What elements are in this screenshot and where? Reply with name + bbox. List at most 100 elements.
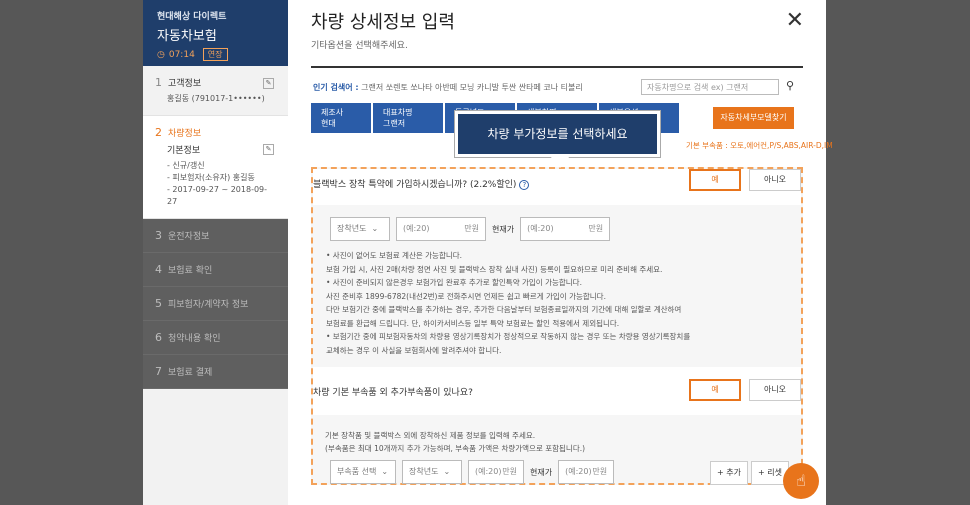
step-number: 4 [155, 263, 162, 276]
popular-searches: 인기 검색어 : 그랜저 쏘렌토 쏘나타 아반떼 모닝 카니발 투싼 싼타페 코… [313, 82, 583, 93]
note-line: 교체하는 경우 이 사실을 보험회사에 알려주셔야 합니다. [326, 345, 502, 355]
accessory-description: 기본 장착품 및 블랙박스 외에 장착하신 제품 정보를 입력해 주세요. (부… [325, 429, 585, 455]
modal-title: 차량 상세정보 입력 [311, 12, 455, 33]
brand-name: 현대해상 다이렉트 [157, 12, 227, 22]
step-review: 6 청약내용 확인 [143, 321, 288, 355]
install-year-select[interactable]: 장착년도 ⌄ [330, 217, 390, 241]
select-value: 부속품 선택 [337, 467, 377, 476]
blackbox-notes: • 사진이 없어도 보험료 계산은 가능합니다. 보험 가입 시, 사진 2매(… [326, 249, 690, 357]
modal-subtitle: 기타옵션을 선택해주세요. [311, 41, 408, 51]
product-name: 자동차보험 [157, 29, 217, 44]
blackbox-inputs: 장착년도 ⌄ (예:20) 만원 현재가 (예:20) 만원 [330, 217, 611, 241]
note-line: 사진 준비후 1899-6782(내선2번)로 전화주시면 언제든 쉽고 빠르게… [326, 291, 606, 301]
select-value: 장착년도 [409, 467, 439, 476]
sidebar-header: 현대해상 다이렉트 자동차보험 ◷ 07:14 연장 [143, 0, 288, 66]
note-line: 다만 보험기간 중에 블랙박스를 추가하는 경우, 추가한 다음날부터 보험종료… [326, 305, 682, 314]
step-customer-info[interactable]: 1 고객정보 홍길동 (791017-1••••••) ✎ [143, 66, 288, 116]
vehicle-maker[interactable]: 제조사현대 [311, 103, 371, 133]
accessory-inputs: 부속품 선택 ⌄ 장착년도 ⌄ (예:20) 만원 현재가 (예:20) 만원 [330, 460, 615, 484]
timer-value: 07:14 [168, 49, 195, 60]
unit-label: 만원 [464, 224, 479, 233]
vehicle-model[interactable]: 대표차명그랜저 [373, 103, 443, 133]
step-label: 청약내용 확인 [168, 334, 221, 344]
blackbox-question: 블랙박스 장착 특약에 가입하시겠습니까? (2.2%할인) ? [313, 177, 530, 190]
step-label: 피보험자/계약자 정보 [168, 300, 249, 310]
accessory-year-select[interactable]: 장착년도 ⌄ [402, 460, 462, 484]
desc-line: 기본 장착품 및 블랙박스 외에 장착하신 제품 정보를 입력해 주세요. [325, 431, 536, 440]
input-placeholder: (예:20) [527, 224, 554, 233]
input-placeholder: (예:20) [475, 467, 502, 476]
find-model-button[interactable]: 자동차세부모델찾기 [713, 107, 794, 129]
step-number: 7 [155, 365, 162, 378]
search-icon[interactable]: ⚲ [786, 79, 794, 92]
accessory-current-input[interactable]: (예:20) 만원 [558, 460, 615, 484]
chevron-down-icon: ⌄ [381, 467, 389, 476]
chevron-down-icon: ⌄ [371, 224, 379, 233]
step-summary: 홍길동 (791017-1••••••) [167, 94, 265, 103]
step-label: 차량정보 [168, 129, 202, 139]
step-number: 5 [155, 297, 162, 310]
cell-value: 그랜저 [383, 119, 406, 128]
step-label: 고객정보 [168, 79, 202, 89]
accessory-yes-button[interactable]: 예 [689, 379, 741, 401]
session-timer: ◷ 07:14 연장 [157, 48, 274, 61]
step-number: 6 [155, 331, 162, 344]
note-line: 보험 가입 시, 사진 2매(차량 정면 사진 및 블랙박스 장착 실내 사진)… [326, 264, 663, 274]
cell-value: 현대 [321, 119, 336, 128]
summary-line: - 피보험자(소유자) 홍길동 [167, 173, 255, 182]
close-icon[interactable]: ✕ [786, 8, 804, 33]
step-number: 2 [155, 126, 162, 139]
current-price-label: 현재가 [492, 224, 515, 234]
accessory-question: 차량 기본 부속품 외 추가부속품이 있나요? [313, 388, 473, 398]
pencil-icon[interactable]: ✎ [263, 78, 274, 89]
note-line: • 사진이 준비되지 않은경우 보험가입 완료후 추가로 할인특약 가입이 가능… [326, 278, 582, 287]
basic-accessories-text: 기본 부속품 : 오토,에어컨,P/S,ABS,AIR-D,IM [686, 141, 833, 150]
summary-line: - 2017-09-27 ~ 2018-09-27 [167, 185, 268, 206]
popular-label: 인기 검색어 : [313, 83, 359, 92]
summary-line: - 신규/갱신 [167, 161, 205, 170]
accessory-no-button[interactable]: 아니오 [749, 379, 801, 401]
step-payment: 7 보험료 결제 [143, 355, 288, 389]
price-input[interactable]: (예:20) 만원 [396, 217, 486, 241]
note-line: • 사진이 없어도 보험료 계산은 가능합니다. [326, 251, 463, 260]
pencil-icon[interactable]: ✎ [263, 144, 274, 155]
unit-label: 만원 [502, 467, 517, 476]
clock-icon: ◷ [157, 49, 165, 60]
step-subtitle: 기본정보 [167, 146, 201, 156]
vehicle-detail-modal: 차량 상세정보 입력 기타옵션을 선택해주세요. ✕ 인기 검색어 : 그랜저 … [288, 0, 833, 505]
hand-pointer-icon[interactable]: ☝ [783, 463, 819, 499]
unit-label: 만원 [592, 467, 608, 476]
step-label: 보험료 결제 [168, 368, 213, 378]
blackbox-yes-button[interactable]: 예 [689, 169, 741, 191]
select-value: 장착년도 [337, 224, 367, 233]
add-accessory-button[interactable]: + 추가 [710, 461, 748, 485]
highlighted-options-area: 블랙박스 장착 특약에 가입하시겠습니까? (2.2%할인) ? 예 아니오 장… [311, 167, 803, 485]
current-price-input[interactable]: (예:20) 만원 [520, 217, 611, 241]
accessory-question-row: 차량 기본 부속품 외 추가부속품이 있나요? 예 아니오 [313, 367, 801, 415]
step-summary: - 신규/갱신 - 피보험자(소유자) 홍길동 - 2017-09-27 ~ 2… [167, 160, 276, 208]
step-label: 보험료 확인 [168, 266, 213, 276]
cell-header: 제조사 [321, 108, 344, 117]
current-price-label: 현재가 [530, 467, 553, 477]
desc-line: (부속품은 최대 10개까지 추가 가능하며, 부속품 가액은 차량가액으로 포… [325, 444, 586, 453]
step-vehicle-info[interactable]: 2 차량정보 기본정보 - 신규/갱신 - 피보험자(소유자) 홍길동 - 201… [143, 116, 288, 219]
step-label: 운전자정보 [168, 232, 210, 242]
help-icon[interactable]: ? [519, 180, 530, 190]
note-line: 보험료를 환급해 드립니다. 단, 하이카서비스등 일부 특약 보험료는 할인 … [326, 318, 620, 328]
popular-items[interactable]: 그랜저 쏘렌토 쏘나타 아반떼 모닝 카니발 투싼 싼타페 코나 티볼리 [361, 83, 583, 92]
step-premium: 4 보험료 확인 [143, 253, 288, 287]
blackbox-no-button[interactable]: 아니오 [749, 169, 801, 191]
accessory-select[interactable]: 부속품 선택 ⌄ [330, 460, 396, 484]
cell-header: 대표차명 [383, 108, 413, 117]
step-insured-info: 5 피보험자/계약자 정보 [143, 287, 288, 321]
vehicle-search-input[interactable]: 자동차명으로 검색 ex) 그랜저 [641, 79, 779, 95]
step-number: 1 [155, 76, 162, 89]
accessory-price-input[interactable]: (예:20) 만원 [468, 460, 524, 484]
step-number: 3 [155, 229, 162, 242]
progress-sidebar: 현대해상 다이렉트 자동차보험 ◷ 07:14 연장 1 고객정보 홍길동 (79… [143, 0, 288, 505]
pending-steps: 3 운전자정보 4 보험료 확인 5 피보험자/계약자 정보 6 청약내용 확인 7 보험… [143, 219, 288, 389]
step-driver-info: 3 운전자정보 [143, 219, 288, 253]
unit-label: 만원 [588, 224, 604, 233]
extend-button[interactable]: 연장 [202, 48, 228, 61]
divider [311, 66, 803, 68]
